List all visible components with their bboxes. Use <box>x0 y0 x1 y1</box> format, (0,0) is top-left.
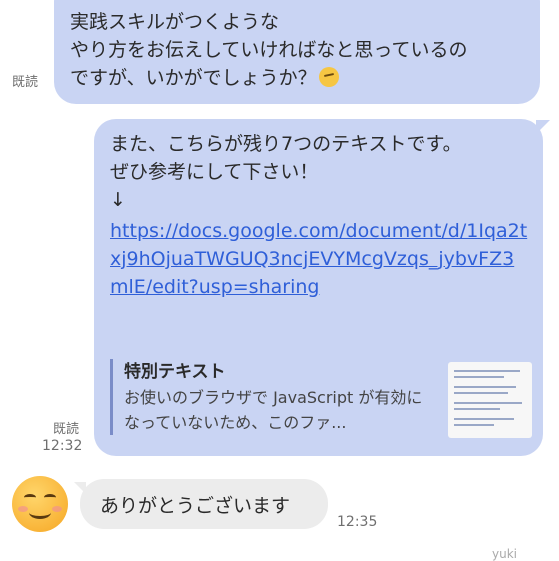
thumbnail-line <box>454 418 514 420</box>
message-bubble-outgoing-1[interactable]: 実践スキルがつくような やり方をお伝えしていければなと思っているの ですが、いか… <box>54 0 540 104</box>
link-preview-bar <box>110 359 113 435</box>
message-bubble-incoming[interactable]: ありがとうございます <box>80 479 328 529</box>
message-time: 12:32 <box>42 438 83 454</box>
read-status: 既読 <box>53 422 80 437</box>
message-text: 実践スキルがつくような やり方をお伝えしていければなと思っているの ですが、いか… <box>70 11 468 89</box>
thumbnail-line <box>454 386 516 388</box>
document-link[interactable]: https://docs.google.com/document/d/1Iqa2… <box>110 217 530 301</box>
link-preview-description[interactable]: お使いのブラウザで JavaScript が有効になっていないため、このファ..… <box>124 385 434 435</box>
avatar-eye <box>24 494 36 501</box>
avatar-blush <box>18 506 28 512</box>
read-status: 既読 <box>12 75 39 90</box>
avatar-eye <box>44 494 56 501</box>
avatar-blush <box>52 506 62 512</box>
thumbnail-line <box>454 392 508 394</box>
thumbnail-line <box>454 424 494 426</box>
message-time: 12:35 <box>337 514 378 530</box>
bubble-tail <box>536 120 550 134</box>
thumbnail-line <box>454 376 504 378</box>
thinking-face-icon <box>318 67 339 87</box>
avatar-mouth <box>29 506 51 519</box>
smiling-face-avatar-icon[interactable] <box>12 476 68 532</box>
message-text: ありがとうございます <box>100 495 291 517</box>
message-bubble-outgoing-2[interactable]: また、こちらが残り7つのテキストです。 ぜひ参考にして下さい！ ↓ https:… <box>94 119 543 456</box>
thumbnail-line <box>454 370 520 372</box>
thumbnail-line <box>454 408 500 410</box>
thumbnail-line <box>454 402 522 404</box>
message-text: また、こちらが残り7つのテキストです。 ぜひ参考にして下さい！ ↓ <box>110 133 462 211</box>
link-preview-title[interactable]: 特別テキスト <box>124 357 226 382</box>
link-preview-thumbnail[interactable] <box>448 362 532 438</box>
